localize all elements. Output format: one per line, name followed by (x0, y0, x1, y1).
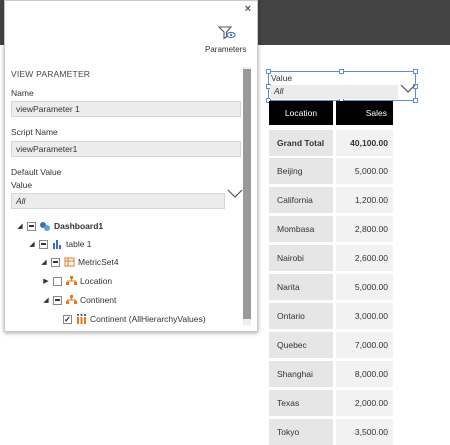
column-header-location[interactable]: Location (269, 101, 333, 125)
tree-node-label: MetricSet4 (78, 257, 119, 267)
sales-cell: 5,000.00 (336, 158, 393, 184)
sales-cell: 2,000.00 (336, 390, 393, 416)
table-row: Tokyo 3,500.00 (269, 419, 393, 445)
grand-total-value: 40,100.00 (336, 130, 393, 156)
parameters-button-label[interactable]: Parameters (205, 45, 246, 54)
section-title: VIEW PARAMETER (11, 69, 91, 79)
sales-cell: 1,200.00 (336, 187, 393, 213)
table-row: California 1,200.00 (269, 187, 393, 213)
resize-handle-tr[interactable] (413, 69, 418, 74)
sales-cell: 7,000.00 (336, 332, 393, 358)
value-widget-label: Value (271, 73, 293, 83)
tree-node-table1[interactable]: ◢ table 1 (27, 237, 92, 251)
table-row: Quebec 7,000.00 (269, 332, 393, 358)
tree-node-label: Continent (80, 295, 117, 305)
script-name-field[interactable]: viewParameter1 (11, 141, 241, 157)
collapse-arrow-icon[interactable]: ◢ (41, 296, 51, 304)
checkbox-partial[interactable] (53, 295, 62, 305)
scrollbar-thumb[interactable] (243, 69, 251, 319)
dropdown-arrow-icon[interactable] (227, 189, 243, 201)
location-cell: Shanghai (269, 361, 333, 387)
location-cell: California (269, 187, 333, 213)
tree-node-label: Dashboard1 (54, 221, 104, 231)
collapse-arrow-icon[interactable]: ◢ (39, 258, 49, 266)
view-parameter-panel: × Parameters VIEW PARAMETER Name viewPar… (4, 0, 258, 332)
checkbox-checked[interactable]: ✓ (63, 314, 72, 324)
value-label: Value (11, 180, 33, 190)
name-label: Name (11, 88, 34, 98)
column-header-sales[interactable]: Sales (336, 101, 393, 125)
script-name-label: Script Name (11, 127, 58, 137)
sales-cell: 3,000.00 (336, 303, 393, 329)
table-icon (51, 239, 63, 249)
hierarchy-icon (65, 295, 77, 305)
tree-node-continent-allhierarchyvalues[interactable]: ✓ Continent (AllHierarchyValues) (61, 312, 206, 326)
tree-node-label: Continent (AllHierarchyValues) (90, 314, 206, 324)
table-row: Shanghai 8,000.00 (269, 361, 393, 387)
parameters-funnel-icon[interactable] (217, 25, 236, 43)
tree-node-location[interactable]: ▶ Location (41, 274, 112, 288)
default-value-label: Default Value (11, 167, 62, 177)
resize-handle-br[interactable] (413, 98, 418, 103)
panel-scrollbar[interactable] (243, 67, 251, 325)
dashboard-icon (39, 221, 51, 231)
table-row: Texas 2,000.00 (269, 390, 393, 416)
collapse-arrow-icon[interactable]: ◢ (27, 240, 37, 248)
location-cell: Tokyo (269, 419, 333, 445)
grand-total-label: Grand Total (269, 130, 333, 156)
location-cell: Nairobi (269, 245, 333, 271)
sales-cell: 3,500.00 (336, 419, 393, 445)
location-cell: Texas (269, 390, 333, 416)
location-cell: Ontario (269, 303, 333, 329)
tree-node-metricset4[interactable]: ◢ MetricSet4 (39, 255, 119, 269)
table-row: Ontario 3,000.00 (269, 303, 393, 329)
table-row: Narita 5,000.00 (269, 274, 393, 300)
table-row-total: Grand Total 40,100.00 (269, 130, 393, 156)
collapse-arrow-icon[interactable]: ◢ (15, 222, 25, 230)
table-row: Nairobi 2,600.00 (269, 245, 393, 271)
tree-node-label: table 1 (66, 239, 92, 249)
checkbox-partial[interactable] (27, 221, 36, 231)
tree-node-label: Location (80, 276, 113, 286)
name-field[interactable]: viewParameter 1 (11, 101, 241, 117)
checkbox-partial[interactable] (51, 257, 60, 267)
sales-cell: 8,000.00 (336, 361, 393, 387)
hierarchy-icon (65, 276, 77, 286)
location-cell: Mombasa (269, 216, 333, 242)
checkbox-unchecked[interactable] (53, 276, 62, 286)
sales-cell: 2,800.00 (336, 216, 393, 242)
table-row: Beijing 5,000.00 (269, 158, 393, 184)
resize-handle-tm[interactable] (339, 69, 344, 74)
values-icon (75, 314, 87, 324)
sales-cell: 5,000.00 (336, 274, 393, 300)
location-cell: Narita (269, 274, 333, 300)
sales-cell: 2,600.00 (336, 245, 393, 271)
table-row: Mombasa 2,800.00 (269, 216, 393, 242)
expand-arrow-icon[interactable]: ▶ (41, 277, 51, 285)
close-icon[interactable]: × (245, 3, 251, 15)
tree-node-dashboard1[interactable]: ◢ Dashboard1 (15, 219, 103, 233)
location-cell: Quebec (269, 332, 333, 358)
location-cell: Beijing (269, 158, 333, 184)
tree-node-continent[interactable]: ◢ Continent (41, 293, 116, 307)
dropdown-arrow-icon[interactable] (400, 84, 416, 96)
metricset-icon (63, 257, 75, 267)
value-field[interactable]: All (11, 193, 225, 209)
checkbox-partial[interactable] (39, 239, 48, 249)
value-widget-field[interactable]: All (270, 85, 398, 99)
